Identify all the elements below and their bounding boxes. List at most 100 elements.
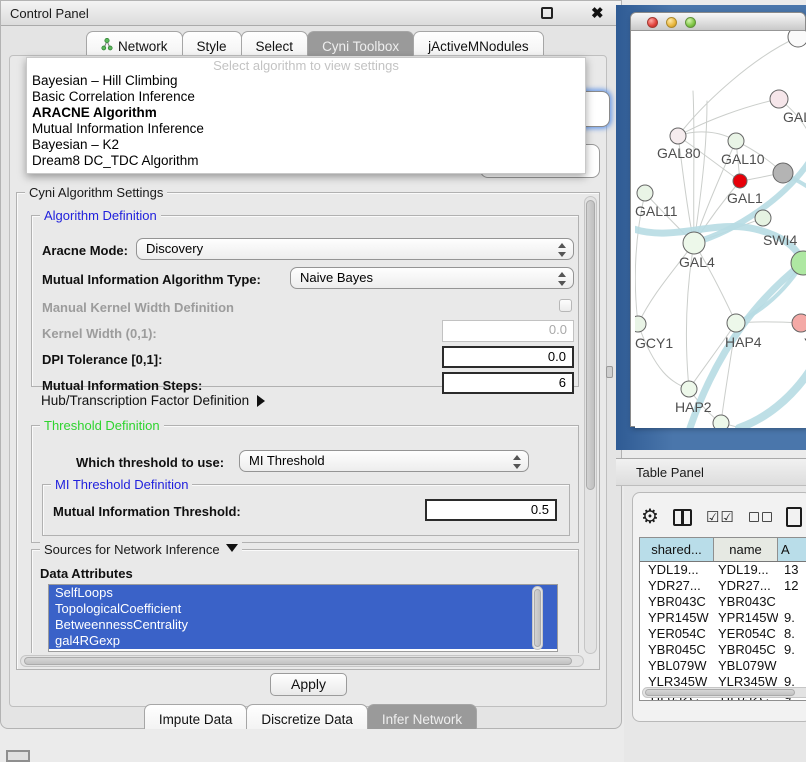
- tab-select[interactable]: Select: [241, 31, 309, 56]
- network-node-gal[interactable]: [770, 90, 788, 108]
- mi-algorithm-type-combobox[interactable]: Naive Bayes: [290, 267, 574, 289]
- table-cell: YBR045C: [714, 642, 778, 658]
- table-row[interactable]: YDR27...YDR27...12: [640, 578, 806, 594]
- bottom-tab-infer-network[interactable]: Infer Network: [367, 704, 477, 729]
- apply-button[interactable]: Apply: [270, 673, 347, 696]
- threshold-definition-group: Threshold Definition Which threshold to …: [31, 425, 579, 543]
- node-label: GAL1: [727, 190, 763, 206]
- table-cell: YDL19...: [640, 562, 714, 578]
- dropdown-item[interactable]: ARACNE Algorithm: [27, 105, 585, 121]
- attribute-list-item[interactable]: SelfLoops: [49, 585, 557, 601]
- network-node-gcy1[interactable]: [635, 316, 646, 332]
- table-body[interactable]: YDL19...YDL19...13YDR27...YDR27...12YBR0…: [640, 562, 806, 701]
- gear-icon[interactable]: ⚙: [641, 507, 659, 527]
- network-node-gal1[interactable]: [733, 174, 747, 188]
- checked-pair-icon[interactable]: ☑☑: [706, 508, 735, 526]
- table-panel-titlebar: Table Panel: [616, 458, 806, 486]
- minimize-traffic-light-icon[interactable]: [666, 17, 677, 28]
- attribute-list-scrollbar[interactable]: [532, 586, 543, 650]
- table-row[interactable]: YDL19...YDL19...13: [640, 562, 806, 578]
- close-traffic-light-icon[interactable]: [647, 17, 658, 28]
- network-edge-highlighted[interactable]: [739, 369, 806, 428]
- tab-label: Style: [197, 39, 227, 54]
- table-cell: 12: [778, 578, 806, 594]
- table-row[interactable]: YBR043CYBR043C: [640, 594, 806, 610]
- network-node-gal11[interactable]: [637, 185, 653, 201]
- dropdown-item[interactable]: Bayesian – K2: [27, 137, 585, 153]
- network-edge[interactable]: [678, 132, 736, 141]
- data-attributes-list[interactable]: SelfLoopsTopologicalCoefficientBetweenne…: [48, 584, 558, 652]
- network-node-gal10[interactable]: [728, 133, 744, 149]
- network-node-hap2[interactable]: [681, 381, 697, 397]
- which-threshold-combobox[interactable]: MI Threshold: [239, 450, 529, 472]
- manual-kernel-checkbox[interactable]: [559, 299, 572, 312]
- manual-kernel-label: Manual Kernel Width Definition: [42, 300, 234, 315]
- tab-style[interactable]: Style: [182, 31, 242, 56]
- bottom-tab-impute-data[interactable]: Impute Data: [144, 704, 248, 729]
- column-header-name[interactable]: name: [714, 538, 778, 561]
- column-header-partial[interactable]: A: [778, 538, 806, 561]
- attribute-list-item[interactable]: TopologicalCoefficient: [49, 601, 557, 617]
- panel-splitter-handle[interactable]: [606, 366, 613, 378]
- column-header-shared-name[interactable]: shared...: [640, 538, 714, 561]
- table-cell: 9.: [778, 610, 806, 626]
- bottom-tab-discretize-data[interactable]: Discretize Data: [246, 704, 368, 729]
- network-node-hap4[interactable]: [727, 314, 745, 332]
- dropdown-item[interactable]: Basic Correlation Inference: [27, 89, 585, 105]
- close-icon[interactable]: ✖: [591, 4, 604, 22]
- network-node[interactable]: [773, 163, 793, 183]
- network-edge[interactable]: [721, 423, 806, 428]
- dropdown-item[interactable]: Mutual Information Inference: [27, 121, 585, 137]
- tab-network[interactable]: Network: [86, 31, 183, 56]
- network-node-gal80[interactable]: [670, 128, 686, 144]
- table-cell: 8.: [778, 626, 806, 642]
- network-node-swi4[interactable]: [755, 210, 771, 226]
- node-label: HAP2: [675, 399, 712, 415]
- sources-title-text: Sources for Network Inference: [44, 542, 220, 557]
- minimized-window-icon[interactable]: [6, 750, 30, 762]
- data-attributes-label: Data Attributes: [40, 566, 133, 581]
- columns-icon[interactable]: [673, 509, 692, 526]
- mi-steps-field[interactable]: 6: [442, 372, 574, 394]
- float-window-icon[interactable]: [541, 7, 553, 19]
- kernel-width-field[interactable]: 0.0: [442, 320, 574, 342]
- table-row[interactable]: YBR045CYBR045C9.: [640, 642, 806, 658]
- network-edge[interactable]: [678, 37, 798, 136]
- table-row[interactable]: YER054CYER054C8.: [640, 626, 806, 642]
- settings-vertical-scrollbar[interactable]: [584, 196, 597, 654]
- table-row[interactable]: YPR145WYPR145W9.: [640, 610, 806, 626]
- algorithm-dropdown-popup: Select algorithm to view settings Bayesi…: [26, 57, 586, 174]
- network-canvas[interactable]: GALGAL80GAL10GAL1GAL11SWI4GAL4GCY1HAP4YH…: [635, 31, 806, 428]
- dpi-tolerance-field[interactable]: 0.0: [442, 346, 574, 368]
- tab-cyni-toolbox[interactable]: Cyni Toolbox: [307, 31, 414, 56]
- mi-type-value: Naive Bayes: [300, 270, 373, 285]
- which-threshold-label: Which threshold to use:: [76, 455, 224, 470]
- network-icon: [101, 38, 113, 54]
- dropdown-item[interactable]: Bayesian – Hill Climbing: [27, 73, 585, 89]
- aracne-mode-combobox[interactable]: Discovery: [136, 238, 574, 260]
- combo-stepper-icon: [557, 271, 565, 287]
- network-node[interactable]: [713, 415, 729, 428]
- network-node-gal4[interactable]: [683, 232, 705, 254]
- network-edge[interactable]: [638, 324, 689, 389]
- hub-definition-expander[interactable]: Hub/Transcription Factor Definition: [41, 393, 265, 408]
- network-node[interactable]: [788, 31, 806, 47]
- zoom-traffic-light-icon[interactable]: [685, 17, 696, 28]
- attribute-list-item[interactable]: gal4RGexp: [49, 633, 557, 649]
- document-icon[interactable]: [786, 507, 802, 527]
- unchecked-pair-icon[interactable]: [749, 512, 772, 522]
- dropdown-item[interactable]: Dream8 DC_TDC Algorithm: [27, 153, 585, 169]
- network-window-titlebar[interactable]: [631, 13, 805, 31]
- network-node-y[interactable]: [792, 314, 806, 332]
- sources-group: Sources for Network Inference Data Attri…: [31, 549, 579, 653]
- mi-threshold-field[interactable]: 0.5: [425, 499, 557, 521]
- settings-horizontal-scrollbar[interactable]: [20, 655, 584, 667]
- table-cell: YER054C: [714, 626, 778, 642]
- tab-jactivemnodules[interactable]: jActiveMNodules: [413, 31, 544, 56]
- combo-stepper-icon: [557, 242, 565, 258]
- table-row[interactable]: YBL079WYBL079W: [640, 658, 806, 674]
- network-edge[interactable]: [693, 91, 694, 243]
- table-horizontal-scrollbar[interactable]: [642, 687, 806, 698]
- attribute-list-item[interactable]: BetweennessCentrality: [49, 617, 557, 633]
- sources-title[interactable]: Sources for Network Inference: [40, 542, 242, 557]
